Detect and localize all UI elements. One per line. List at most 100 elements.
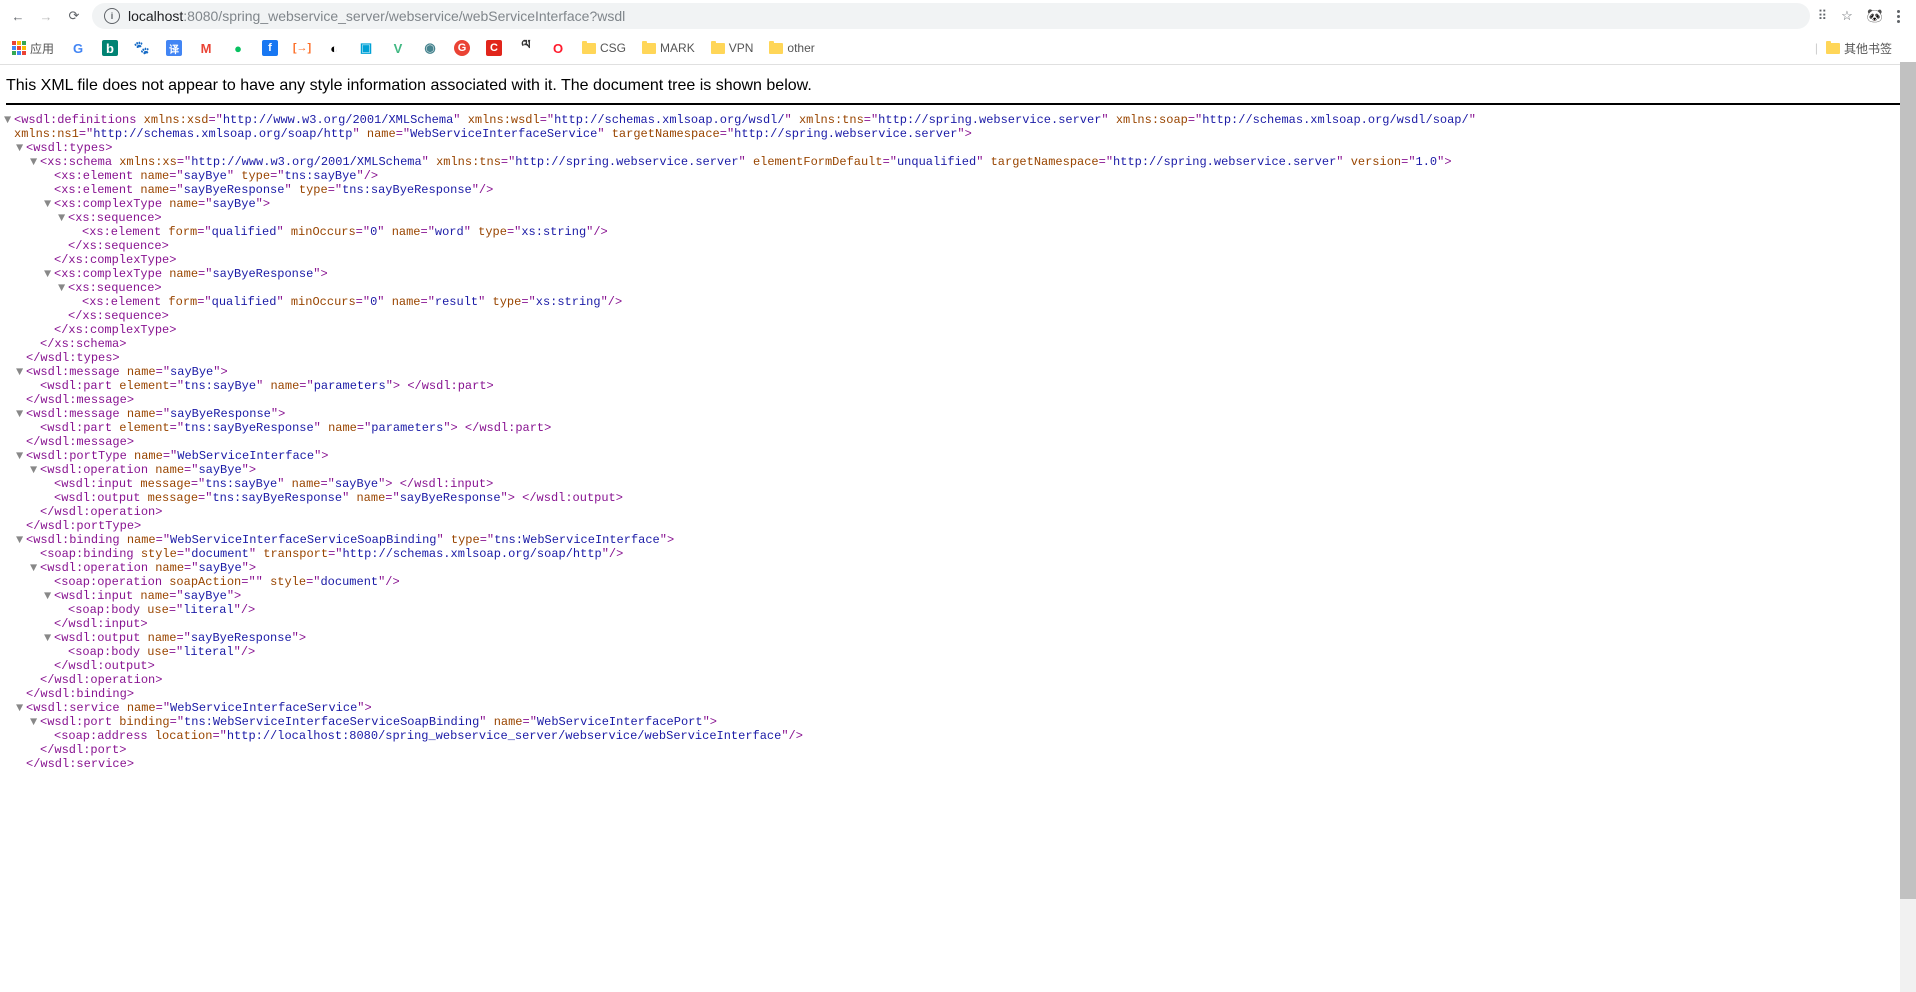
bookmark-folder-mark[interactable]: MARK xyxy=(642,41,695,55)
bind-output-open[interactable]: ▼<wsdl:output name="sayByeResponse"> xyxy=(6,631,1910,645)
forward-button[interactable]: → xyxy=(36,6,56,26)
message2-close: </wsdl:message> xyxy=(6,435,1910,449)
facebook-icon: f xyxy=(262,40,278,56)
sequence-close: </xs:sequence> xyxy=(6,239,1910,253)
bookmark-bilibili[interactable]: ▣ xyxy=(358,40,374,56)
message1-open[interactable]: ▼<wsdl:message name="sayBye"> xyxy=(6,365,1910,379)
bookmark-vue[interactable]: V xyxy=(390,40,406,56)
csdn-icon: C xyxy=(486,40,502,56)
site-info-icon[interactable]: i xyxy=(104,8,120,24)
bookmark-baidu[interactable]: 🐾 xyxy=(134,40,150,56)
other-bookmarks[interactable]: 其他书签 xyxy=(1826,40,1892,57)
part1: <wsdl:part element="tns:sayBye" name="pa… xyxy=(6,379,1910,393)
bind-input-close: </wsdl:input> xyxy=(6,617,1910,631)
apps-icon xyxy=(12,41,26,55)
bookmark-folder-other[interactable]: other xyxy=(769,41,814,55)
electron-icon: ◉ xyxy=(422,40,438,56)
apps-shortcut[interactable]: 应用 xyxy=(12,40,54,57)
bookmark-github[interactable]: ◐ xyxy=(326,40,342,56)
bookmark-bing[interactable]: b xyxy=(102,40,118,56)
folder-icon xyxy=(582,43,596,54)
folder-icon xyxy=(642,43,656,54)
soap-address: <soap:address location="http://localhost… xyxy=(6,729,1910,743)
scrollbar-thumb[interactable] xyxy=(1900,62,1916,899)
bookmarks-bar: 应用 G b 🐾 译 M ● f [→] ◐ ▣ V ◉ G C ལ O CSG… xyxy=(0,32,1916,64)
bookmark-csdn[interactable]: C xyxy=(486,40,502,56)
message2-open[interactable]: ▼<wsdl:message name="sayByeResponse"> xyxy=(6,407,1910,421)
schema-close: </xs:schema> xyxy=(6,337,1910,351)
service-close: </wsdl:service> xyxy=(6,757,1910,771)
bind-input-open[interactable]: ▼<wsdl:input name="sayBye"> xyxy=(6,589,1910,603)
translate-icon[interactable]: ⠿ xyxy=(1818,8,1828,24)
binding-close: </wsdl:binding> xyxy=(6,687,1910,701)
bind-output-close: </wsdl:output> xyxy=(6,659,1910,673)
xml-tree: ▼<wsdl:definitions xmlns:xsd="http://www… xyxy=(6,105,1910,779)
schema-open[interactable]: ▼<xs:schema xmlns:xs="http://www.w3.org/… xyxy=(6,155,1910,169)
back-button[interactable]: ← xyxy=(8,6,28,26)
github-icon: ◐ xyxy=(326,40,342,56)
definitions-open[interactable]: ▼<wsdl:definitions xmlns:xsd="http://www… xyxy=(6,113,1910,127)
reload-button[interactable]: ⟳ xyxy=(64,6,84,26)
gitee-icon: [→] xyxy=(294,40,310,56)
complextype2-close: </xs:complexType> xyxy=(6,323,1910,337)
star-icon[interactable]: ☆ xyxy=(1841,8,1853,24)
bind-operation-open[interactable]: ▼<wsdl:operation name="sayBye"> xyxy=(6,561,1910,575)
bookmark-folder-vpn[interactable]: VPN xyxy=(711,41,754,55)
complextype-saybye-open[interactable]: ▼<xs:complexType name="sayBye"> xyxy=(6,197,1910,211)
bookmark-misc1[interactable]: ལ xyxy=(518,40,534,56)
element-result: <xs:element form="qualified" minOccurs="… xyxy=(6,295,1910,309)
bookmark-google[interactable]: G xyxy=(70,40,86,56)
wechat-icon: ● xyxy=(230,40,246,56)
sequence2-open[interactable]: ▼<xs:sequence> xyxy=(6,281,1910,295)
bookmark-gmail[interactable]: M xyxy=(198,40,214,56)
opera-icon: O xyxy=(550,40,566,56)
bilibili-icon: ▣ xyxy=(358,40,374,56)
bookmark-opera[interactable]: O xyxy=(550,40,566,56)
wsdl-input: <wsdl:input message="tns:sayBye" name="s… xyxy=(6,477,1910,491)
menu-button[interactable] xyxy=(1897,10,1900,23)
bookmark-g2[interactable]: G xyxy=(454,40,470,56)
bookmark-facebook[interactable]: f xyxy=(262,40,278,56)
scrollbar[interactable] xyxy=(1900,62,1916,992)
folder-icon xyxy=(1826,43,1840,54)
vue-icon: V xyxy=(390,40,406,56)
g-red-icon: G xyxy=(454,40,470,56)
soap-body1: <soap:body use="literal"/> xyxy=(6,603,1910,617)
wsdl-output: <wsdl:output message="tns:sayByeResponse… xyxy=(6,491,1910,505)
folder-icon xyxy=(769,43,783,54)
xml-viewer-header: This XML file does not appear to have an… xyxy=(6,71,1910,105)
part2: <wsdl:part element="tns:sayByeResponse" … xyxy=(6,421,1910,435)
complextype-resp-open[interactable]: ▼<xs:complexType name="sayByeResponse"> xyxy=(6,267,1910,281)
gmail-icon: M xyxy=(198,40,214,56)
nav-toolbar: ← → ⟳ i localhost:8080/spring_webservice… xyxy=(0,0,1916,32)
porttype-open[interactable]: ▼<wsdl:portType name="WebServiceInterfac… xyxy=(6,449,1910,463)
translate-fav-icon: 译 xyxy=(166,40,182,56)
soap-body2: <soap:body use="literal"/> xyxy=(6,645,1910,659)
profile-icon[interactable]: 🐼 xyxy=(1867,8,1883,24)
misc-icon: ལ xyxy=(518,40,534,56)
operation-open[interactable]: ▼<wsdl:operation name="sayBye"> xyxy=(6,463,1910,477)
bind-operation-close: </wsdl:operation> xyxy=(6,673,1910,687)
port-close: </wsdl:port> xyxy=(6,743,1910,757)
port-open[interactable]: ▼<wsdl:port binding="tns:WebServiceInter… xyxy=(6,715,1910,729)
soap-binding: <soap:binding style="document" transport… xyxy=(6,547,1910,561)
bookmark-translate[interactable]: 译 xyxy=(166,40,182,56)
types-open[interactable]: ▼<wsdl:types> xyxy=(6,141,1910,155)
bookmark-folder-csg[interactable]: CSG xyxy=(582,41,626,55)
bookmark-gitee[interactable]: [→] xyxy=(294,40,310,56)
message1-close: </wsdl:message> xyxy=(6,393,1910,407)
browser-chrome: ← → ⟳ i localhost:8080/spring_webservice… xyxy=(0,0,1916,65)
operation-close: </wsdl:operation> xyxy=(6,505,1910,519)
baidu-icon: 🐾 xyxy=(134,40,150,56)
folder-icon xyxy=(711,43,725,54)
bookmark-electron[interactable]: ◉ xyxy=(422,40,438,56)
google-icon: G xyxy=(70,40,86,56)
service-open[interactable]: ▼<wsdl:service name="WebServiceInterface… xyxy=(6,701,1910,715)
definitions-open-cont: xmlns:ns1="http://schemas.xmlsoap.org/so… xyxy=(6,127,1910,141)
bookmark-wechat[interactable]: ● xyxy=(230,40,246,56)
toolbar-right: ⠿ ☆ 🐼 xyxy=(1818,8,1908,24)
binding-open[interactable]: ▼<wsdl:binding name="WebServiceInterface… xyxy=(6,533,1910,547)
address-bar[interactable]: i localhost:8080/spring_webservice_serve… xyxy=(92,3,1810,29)
sequence-open[interactable]: ▼<xs:sequence> xyxy=(6,211,1910,225)
element-saybyeresponse: <xs:element name="sayByeResponse" type="… xyxy=(6,183,1910,197)
